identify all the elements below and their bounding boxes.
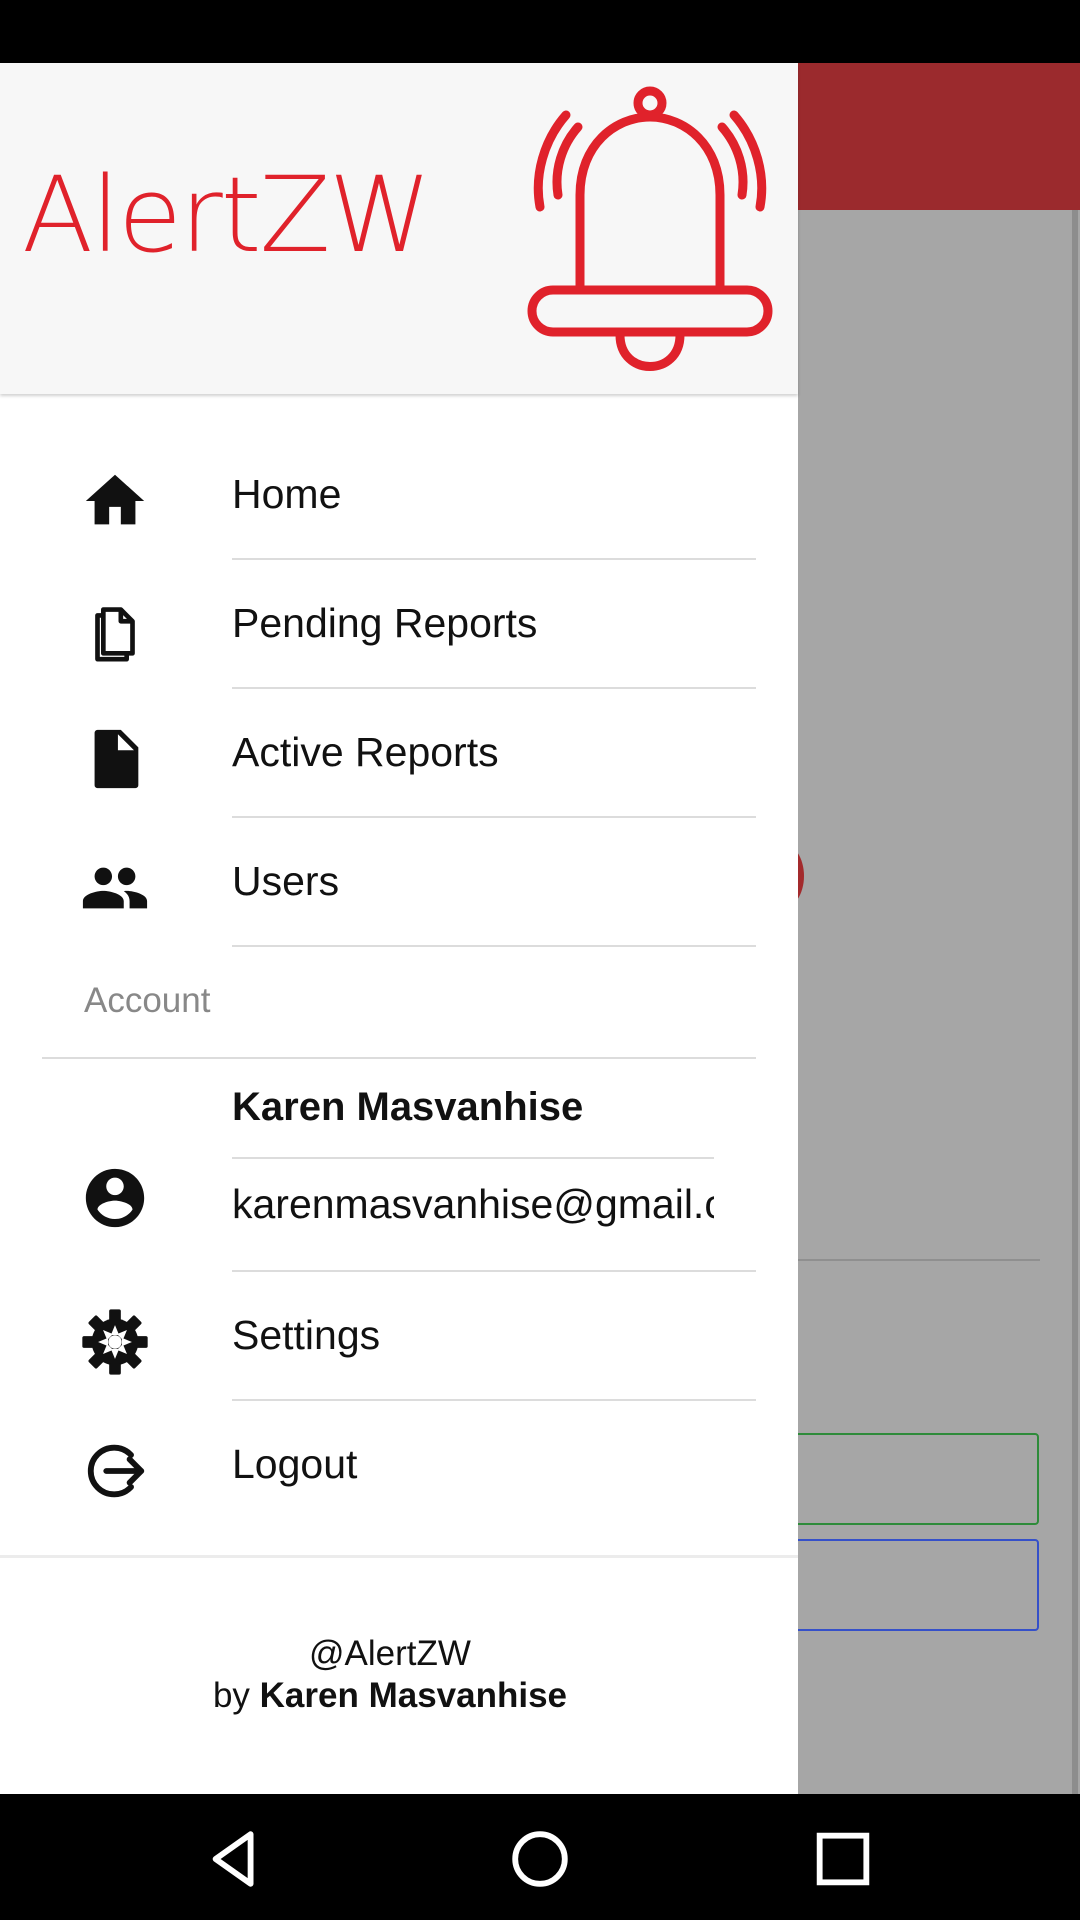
footer-author: Karen Masvanhise (259, 1676, 568, 1715)
status-bar (0, 0, 1080, 63)
drawer-item-logout[interactable]: Logout (0, 1402, 798, 1530)
drawer-item-label: Logout (232, 1441, 358, 1487)
section-divider (42, 1057, 756, 1059)
drawer-item-settings[interactable]: Settings (0, 1273, 798, 1401)
bell-logo-icon (527, 86, 773, 371)
account-circle-icon (80, 1163, 150, 1233)
divider (232, 816, 756, 818)
drawer-footer: @AlertZW by Karen Masvanhise (0, 1633, 780, 1717)
navigation-bar (0, 1794, 1080, 1920)
home-icon (80, 466, 150, 536)
divider (232, 687, 756, 689)
drawer-item-label: Users (232, 858, 340, 904)
footer-credit: by Karen Masvanhise (0, 1675, 780, 1717)
background-divider (790, 1259, 1040, 1261)
gear-icon (80, 1307, 150, 1377)
back-icon[interactable] (201, 1824, 271, 1894)
footer-divider (0, 1555, 798, 1558)
drawer-item-home[interactable]: Home (0, 432, 798, 560)
divider (232, 1157, 714, 1159)
divider (232, 1270, 756, 1272)
divider (232, 558, 756, 560)
footer-by: by (212, 1676, 250, 1715)
drawer-header: AlertZW (0, 63, 798, 394)
background-blue-button (760, 1539, 1039, 1631)
navigation-drawer: AlertZW Home Pending Reports Active Repo… (0, 63, 798, 1794)
drawer-item-label: Settings (232, 1312, 381, 1358)
recents-icon[interactable] (808, 1824, 878, 1894)
drawer-item-label: Home (232, 471, 342, 517)
copy-documents-icon (80, 595, 150, 665)
background-green-button (760, 1433, 1039, 1525)
brand-logo-text: AlertZW (22, 154, 432, 276)
account-name: Karen Masvanhise (232, 1085, 584, 1129)
footer-handle: @AlertZW (309, 1634, 471, 1673)
logout-icon (80, 1436, 150, 1506)
home-circle-icon[interactable] (505, 1824, 575, 1894)
divider (232, 945, 756, 947)
drawer-item-users[interactable]: Users (0, 819, 798, 947)
people-icon (80, 853, 150, 923)
scrollbar (1072, 210, 1078, 1794)
account-email: karenmasvanhise@gmail.com (232, 1181, 714, 1227)
drawer-item-pending-reports[interactable]: Pending Reports (0, 561, 798, 689)
drawer-item-active-reports[interactable]: Active Reports (0, 690, 798, 818)
drawer-item-label: Active Reports (232, 729, 499, 775)
section-title-account: Account (84, 981, 211, 1020)
drawer-item-label: Pending Reports (232, 600, 538, 646)
document-icon (80, 724, 150, 794)
divider (232, 1399, 756, 1401)
